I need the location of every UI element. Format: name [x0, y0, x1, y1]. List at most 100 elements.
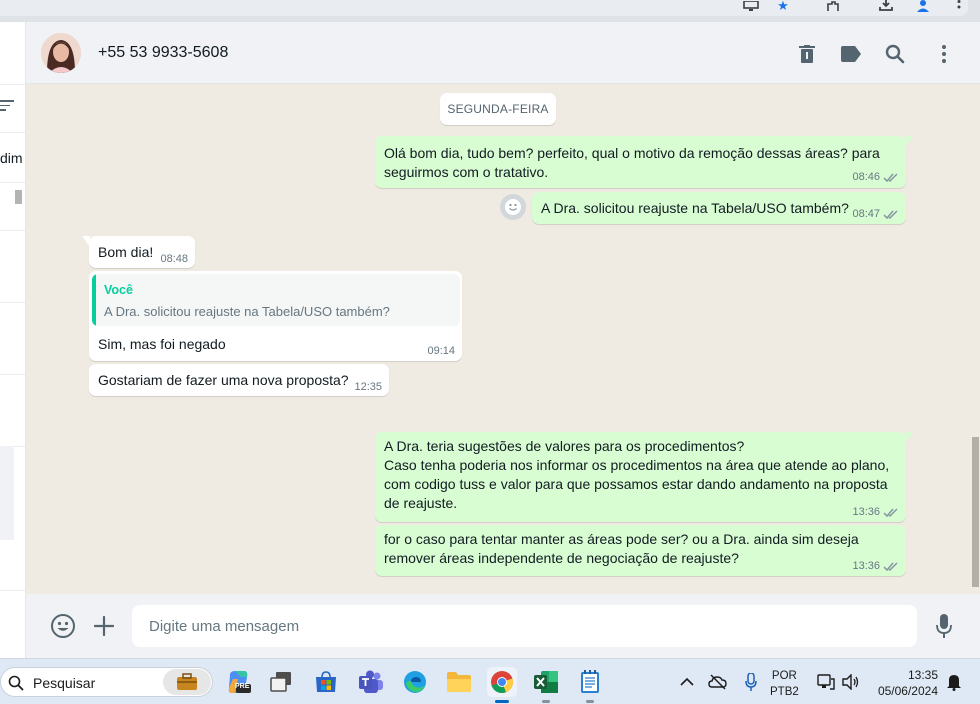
chat-scrollbar-thumb[interactable] [972, 437, 979, 587]
message-bubble-outgoing[interactable]: for o caso para tentar manter as áreas p… [375, 525, 906, 576]
contact-name[interactable]: +55 53 9933-5608 [98, 44, 228, 62]
extensions-icon[interactable] [824, 0, 842, 12]
message-meta: 09:14 [427, 345, 455, 357]
bookmark-star-icon[interactable]: ★ [774, 0, 792, 13]
running-app-indicator [586, 700, 594, 703]
active-app-indicator [495, 700, 509, 703]
emoji-reaction-button[interactable] [500, 194, 526, 220]
notification-bell-icon[interactable] [944, 672, 964, 692]
excel-icon[interactable] [531, 667, 561, 703]
divider [0, 302, 25, 303]
chat-list-item-selected[interactable] [0, 446, 14, 540]
input-language-indicator[interactable]: POR PTB2 [770, 668, 799, 700]
message-bubble-incoming[interactable]: Gostariam de fazer uma nova proposta? 12… [89, 364, 389, 396]
chat-header[interactable]: +55 53 9933-5608 [26, 22, 980, 84]
microphone-icon[interactable] [741, 672, 761, 692]
clock-time: 13:35 [907, 668, 938, 682]
emoji-icon[interactable] [49, 612, 77, 640]
message-time: 08:47 [852, 208, 880, 220]
quote-author: Você [104, 283, 133, 297]
windows-taskbar: Pesquisar PRE POR PTB2 13:35 05/06/2024 [0, 658, 980, 704]
message-time: 12:35 [354, 381, 382, 393]
date-divider: SEGUNDA-FEIRA [440, 93, 556, 125]
search-icon [8, 675, 24, 691]
copilot-icon[interactable]: PRE [224, 667, 254, 697]
system-clock[interactable]: 13:35 05/06/2024 [870, 667, 938, 699]
profile-icon[interactable] [914, 0, 932, 12]
download-icon[interactable] [877, 0, 895, 12]
message-bubble-outgoing[interactable]: A Dra. teria sugestões de valores para o… [375, 432, 906, 522]
divider [0, 230, 25, 231]
avatar[interactable] [41, 33, 81, 73]
divider [0, 182, 25, 183]
divider [0, 374, 25, 375]
menu-kebab-icon[interactable] [932, 42, 956, 66]
read-ticks-icon [883, 172, 898, 182]
cast-icon[interactable] [742, 0, 760, 12]
message-text: A Dra. teria sugestões de valores para o… [384, 438, 890, 511]
search-icon[interactable] [883, 42, 907, 66]
message-time: 13:36 [852, 506, 880, 518]
copilot-badge: PRE [235, 683, 250, 690]
volume-icon[interactable] [841, 672, 861, 692]
bubble-tail [905, 136, 913, 147]
trash-icon[interactable] [795, 42, 819, 66]
running-app-indicator [542, 700, 550, 703]
taskbar-search[interactable]: Pesquisar [0, 667, 213, 697]
message-time: 08:46 [852, 171, 880, 183]
language-code: POR [771, 670, 797, 682]
message-text: Sim, mas foi negado [98, 336, 226, 352]
browser-toolbar-surface [0, 0, 968, 16]
notepad-icon[interactable] [575, 667, 605, 703]
taskbar-search-placeholder: Pesquisar [33, 675, 96, 691]
quote-accent-bar [92, 274, 96, 326]
read-ticks-icon [883, 209, 898, 219]
onedrive-offline-icon[interactable] [708, 672, 728, 692]
task-view-icon[interactable] [266, 667, 296, 697]
message-meta: 13:36 [852, 506, 899, 518]
divider [0, 590, 25, 591]
network-icon[interactable] [816, 672, 836, 692]
message-meta: 08:47 [852, 208, 899, 220]
smiley-icon [505, 199, 521, 215]
read-ticks-icon [883, 561, 898, 571]
chat-list-item-label[interactable]: dim [0, 150, 23, 166]
keyboard-layout: PTB2 [770, 686, 799, 698]
message-text: Olá bom dia, tudo bem? perfeito, qual o … [384, 145, 880, 180]
microphone-icon[interactable] [930, 612, 958, 640]
chat-list-panel: dim [0, 22, 26, 658]
clock-date: 05/06/2024 [877, 684, 938, 698]
message-text: Gostariam de fazer uma nova proposta? [98, 372, 349, 388]
message-meta: 08:46 [852, 171, 899, 183]
message-bubble-incoming[interactable]: Bom dia! 08:48 [89, 236, 195, 268]
browser-menu-icon[interactable] [950, 0, 968, 12]
message-meta: 08:48 [160, 253, 188, 265]
message-meta: 12:35 [354, 381, 382, 393]
search-highlight-briefcase-icon[interactable] [163, 669, 211, 695]
divider [0, 84, 25, 85]
message-input[interactable] [132, 605, 917, 647]
message-text: A Dra. solicitou reajuste na Tabela/USO … [541, 200, 849, 216]
label-tag-icon[interactable] [839, 42, 863, 66]
microsoft-store-icon[interactable] [311, 667, 341, 697]
quote-text: A Dra. solicitou reajuste na Tabela/USO … [104, 304, 390, 319]
message-meta: 13:36 [852, 560, 899, 572]
file-explorer-icon[interactable] [444, 667, 474, 697]
teams-icon[interactable] [356, 667, 386, 697]
message-bubble-outgoing[interactable]: A Dra. solicitou reajuste na Tabela/USO … [532, 192, 906, 224]
quoted-message[interactable]: Você A Dra. solicitou reajuste na Tabela… [92, 274, 460, 326]
message-time: 13:36 [852, 560, 880, 572]
chrome-icon[interactable] [487, 667, 517, 703]
message-time: 08:48 [160, 253, 188, 265]
filter-icon[interactable] [0, 100, 14, 112]
message-time: 09:14 [427, 345, 455, 357]
message-composer [26, 594, 980, 658]
chevron-up-icon[interactable] [677, 672, 697, 692]
divider [0, 132, 25, 133]
message-bubble-outgoing[interactable]: Olá bom dia, tudo bem? perfeito, qual o … [375, 136, 906, 188]
attach-plus-icon[interactable] [90, 612, 118, 640]
edge-icon[interactable] [400, 667, 430, 697]
chat-list-scrollbar[interactable] [15, 190, 22, 204]
message-text: Bom dia! [98, 244, 154, 260]
read-ticks-icon [883, 507, 898, 517]
